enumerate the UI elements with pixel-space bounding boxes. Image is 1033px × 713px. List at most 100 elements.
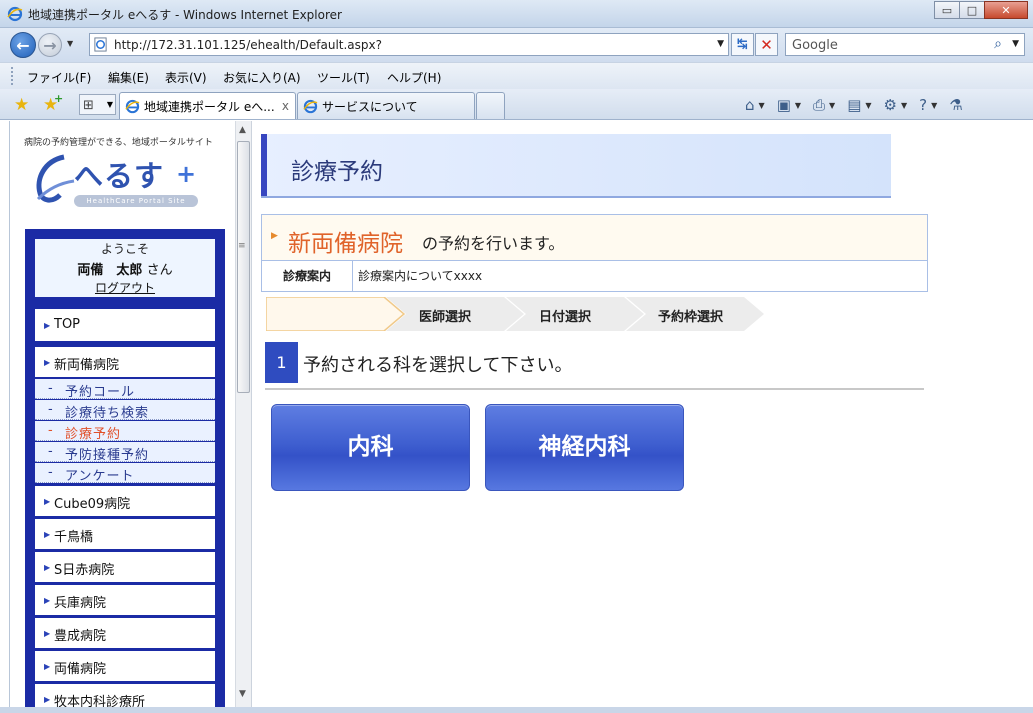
address-field[interactable]: http://172.31.101.125/ehealth/Default.as… [89,33,729,56]
logout-link[interactable]: ログアウト [35,279,215,296]
department-button-neurology[interactable]: 神経内科 [485,404,684,491]
frame-divider [251,121,252,707]
department-button-internal-medicine[interactable]: 内科 [271,404,470,491]
user-name: 両備 太郎 [77,263,143,278]
print-dropdown-icon[interactable]: ▼ [829,101,835,110]
tools-gear-icon[interactable]: ⚙ [884,96,897,114]
url-text[interactable]: http://172.31.101.125/ehealth/Default.as… [114,38,382,52]
sidebar-item-hospital[interactable]: ▶ S日赤病院 [35,552,215,582]
minimize-button[interactable]: ▭ [934,1,960,19]
tab-service-label[interactable]: サービスについて [322,98,418,115]
page-menu-icon[interactable]: ▤ [847,96,861,114]
tab-close-icon[interactable]: x [282,99,289,113]
home-icon[interactable]: ⌂ [745,96,755,114]
menu-help[interactable]: ヘルプ(H) [387,69,441,86]
triangle-right-icon: ▶ [271,231,278,241]
sidebar-item-label[interactable]: S日赤病院 [54,559,114,578]
feeds-icon[interactable]: ▣ [777,96,791,114]
sidebar-item-hospital[interactable]: ▶ 千鳥橋 [35,519,215,549]
menu-edit[interactable]: 編集(E) [108,69,149,86]
search-dropdown-icon[interactable]: ▼ [1012,39,1019,49]
sidebar-item-hospital[interactable]: ▶ 牧本内科診療所 [35,684,215,707]
tab-service[interactable]: サービスについて [297,92,475,119]
menu-file[interactable]: ファイル(F) [27,69,91,86]
tools-dropdown-icon[interactable]: ▼ [901,101,907,110]
step-department [266,297,406,331]
add-favorite-icon[interactable]: ★ + [43,92,63,115]
menu-view[interactable]: 表示(V) [165,69,207,86]
sidebar-item-label[interactable]: 新両備病院 [54,354,119,373]
sidebar-item-hospital[interactable]: ▶ Cube09病院 [35,486,215,516]
title-bar: 地域連携ポータル eへるす - Windows Internet Explore… [0,0,1033,28]
research-icon[interactable]: ⚗ [949,96,962,114]
stop-icon: ✕ [760,35,773,54]
menu-tools[interactable]: ツール(T) [317,69,370,86]
nav-arrow-icon: ▶ [44,497,51,506]
header-underline [261,196,891,198]
scroll-down-icon[interactable]: ▼ [239,689,246,699]
step-label: 医師選択 [419,310,472,325]
favorites-star-icon[interactable]: ★ [14,95,29,115]
forward-button[interactable]: → [38,33,62,57]
sidebar-item-label[interactable]: 千鳥橋 [54,526,93,545]
new-tab-button[interactable] [476,92,505,119]
sidebar-item-label[interactable]: 牧本内科診療所 [54,691,145,707]
stop-button[interactable]: ✕ [755,33,778,56]
sidebar-subitem-vaccination[interactable]: - 予防接種予約 [35,442,215,463]
sidebar-item-label[interactable]: 両備病院 [54,658,106,677]
site-tagline: 病院の予約管理ができる、地域ポータルサイト [24,138,213,148]
tab-portal[interactable]: 地域連携ポータル eへ... x [119,92,296,119]
tab-portal-label[interactable]: 地域連携ポータル eへ... [144,98,275,115]
toolbar-grip[interactable] [11,67,14,85]
sidebar-item-current-hospital[interactable]: ▶ 新両備病院 [35,347,215,377]
sidebar-subitem-label[interactable]: 診療待ち検索 [65,402,149,421]
maximize-button[interactable]: □ [959,1,985,19]
welcome-panel: ようこそ 両備 太郎 さん ログアウト [35,239,215,297]
welcome-greeting: ようこそ [100,242,149,256]
sidebar-subitem-label[interactable]: 予防接種予約 [65,444,149,463]
sidebar: 病院の予約管理ができる、地域ポータルサイト へるす + HealthCare P… [10,121,236,707]
sidebar-item-label[interactable]: TOP [54,317,80,332]
site-logo[interactable]: へるす + HealthCare Portal Site [34,151,204,213]
home-dropdown-icon[interactable]: ▼ [759,101,765,110]
sidebar-item-hospital[interactable]: ▶ 豊成病院 [35,618,215,648]
user-honorific: さん [146,263,173,278]
quick-tabs-button[interactable]: ⊞ ▼ [79,94,116,115]
search-field[interactable]: Google ⌕ ▼ [785,33,1025,56]
sidebar-item-hospital[interactable]: ▶ 兵庫病院 [35,585,215,615]
sidebar-subitem-appointment[interactable]: - 診療予約 [35,421,215,442]
sidebar-item-label[interactable]: 豊成病院 [54,625,106,644]
print-icon[interactable]: ⎙ [813,96,825,114]
nav-arrow-icon: ▶ [44,530,51,539]
feeds-dropdown-icon[interactable]: ▼ [795,101,801,110]
menu-bar: ファイル(F) 編集(E) 表示(V) お気に入り(A) ツール(T) ヘルプ(… [0,62,1033,89]
scrollbar-thumb[interactable] [237,141,250,393]
sidebar-subitem-wait-search[interactable]: - 診療待ち検索 [35,400,215,421]
hospital-info-box: ▶ 新両備病院 の予約を行います。 診療案内 診療案内についてxxxx [261,214,928,292]
window-bottom-edge [0,707,1033,713]
sidebar-item-label[interactable]: 兵庫病院 [54,592,106,611]
menu-favorites[interactable]: お気に入り(A) [223,69,301,86]
search-placeholder[interactable]: Google [792,38,838,53]
sidebar-item-top[interactable]: ▶ TOP [35,309,215,341]
history-dropdown-button[interactable]: ▼ [67,39,73,48]
hospital-banner: ▶ 新両備病院 の予約を行います。 [262,215,927,261]
page-dropdown-icon[interactable]: ▼ [865,101,871,110]
help-dropdown-icon[interactable]: ▼ [931,101,937,110]
vertical-scrollbar[interactable]: ▲ ≡ ▼ [235,121,251,707]
quick-tabs-dropdown-icon[interactable]: ▼ [107,100,113,109]
help-icon[interactable]: ? [919,96,927,114]
sidebar-item-hospital[interactable]: ▶ 両備病院 [35,651,215,681]
close-window-button[interactable]: ✕ [984,1,1028,19]
sidebar-subitem-label[interactable]: 診療予約 [65,423,121,442]
sidebar-subitem-survey[interactable]: - アンケート [35,463,215,484]
scroll-up-icon[interactable]: ▲ [239,125,246,135]
sidebar-subitem-label[interactable]: アンケート [65,465,134,484]
sidebar-item-label[interactable]: Cube09病院 [54,493,130,512]
refresh-button[interactable]: ↹ [731,33,754,56]
back-button[interactable]: ← [10,32,36,58]
sidebar-subitem-label[interactable]: 予約コール [65,381,135,400]
search-icon[interactable]: ⌕ [994,36,1002,52]
address-dropdown-icon[interactable]: ▼ [717,39,724,49]
sidebar-subitem-reserve-call[interactable]: - 予約コール [35,379,215,400]
